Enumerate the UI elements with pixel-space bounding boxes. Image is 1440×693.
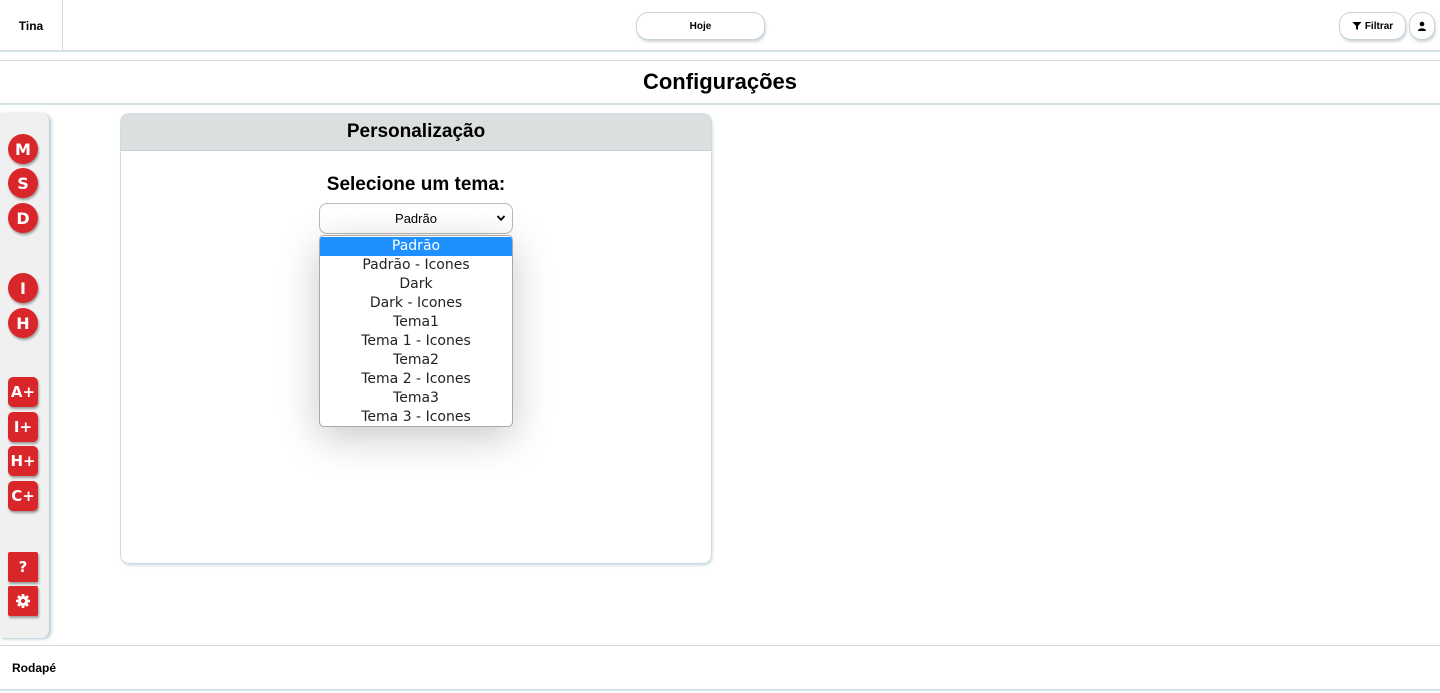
- filter-button[interactable]: Filtrar: [1339, 12, 1406, 40]
- theme-option-tema2[interactable]: Tema2: [320, 351, 512, 370]
- card-title: Personalização: [346, 121, 486, 142]
- sidebar-item-d[interactable]: D: [8, 203, 38, 233]
- theme-option-tema2-icones[interactable]: Tema 2 - Icones: [320, 370, 512, 389]
- user-button[interactable]: [1409, 12, 1435, 40]
- theme-option-tema3-icones[interactable]: Tema 3 - Icones: [320, 408, 512, 426]
- theme-option-tema1-icones[interactable]: Tema 1 - Icones: [320, 332, 512, 351]
- sidebar-item-m[interactable]: M: [8, 134, 38, 164]
- user-icon: [1418, 21, 1426, 31]
- theme-option-tema1[interactable]: Tema1: [320, 313, 512, 332]
- theme-option-tema3[interactable]: Tema3: [320, 389, 512, 408]
- app-brand[interactable]: Tina: [0, 0, 63, 52]
- theme-option-dark-icones[interactable]: Dark - Icones: [320, 294, 512, 313]
- page-title-bar: Configurações: [0, 60, 1440, 105]
- sidebar-item-add-a[interactable]: A+: [8, 377, 38, 407]
- theme-option-padrao-icones[interactable]: Padrão - Icones: [320, 256, 512, 275]
- sidebar-item-s[interactable]: S: [8, 168, 38, 198]
- theme-option-dark[interactable]: Dark: [320, 275, 512, 294]
- help-button[interactable]: ?: [8, 552, 38, 582]
- theme-select[interactable]: Padrão: [319, 203, 513, 234]
- footer: Rodapé: [0, 645, 1440, 691]
- page-title: Configurações: [642, 69, 798, 94]
- sidebar-item-add-i[interactable]: I+: [8, 412, 38, 442]
- theme-select-value: Padrão: [395, 211, 437, 226]
- theme-select-label: Selecione um tema:: [326, 174, 506, 195]
- top-bar: Tina Hoje Filtrar: [0, 0, 1440, 52]
- sidebar-item-h[interactable]: H: [8, 308, 38, 338]
- sidebar: M S D I H A+ I+ H+ C+ ?: [0, 113, 49, 638]
- filter-icon: [1352, 22, 1362, 30]
- card-header: Personalização: [121, 114, 711, 151]
- sidebar-item-i[interactable]: I: [8, 273, 38, 303]
- sidebar-item-add-h[interactable]: H+: [8, 446, 38, 476]
- chevron-down-icon: [496, 215, 506, 222]
- sidebar-item-add-c[interactable]: C+: [8, 481, 38, 511]
- today-button[interactable]: Hoje: [636, 12, 765, 40]
- footer-text: Rodapé: [12, 660, 57, 675]
- theme-dropdown-list: Padrão Padrão - Icones Dark Dark - Icone…: [319, 235, 513, 427]
- settings-button[interactable]: [8, 586, 38, 616]
- theme-option-padrao[interactable]: Padrão: [320, 237, 512, 256]
- filter-button-label: Filtrar: [1364, 20, 1394, 32]
- gear-icon: [16, 594, 30, 608]
